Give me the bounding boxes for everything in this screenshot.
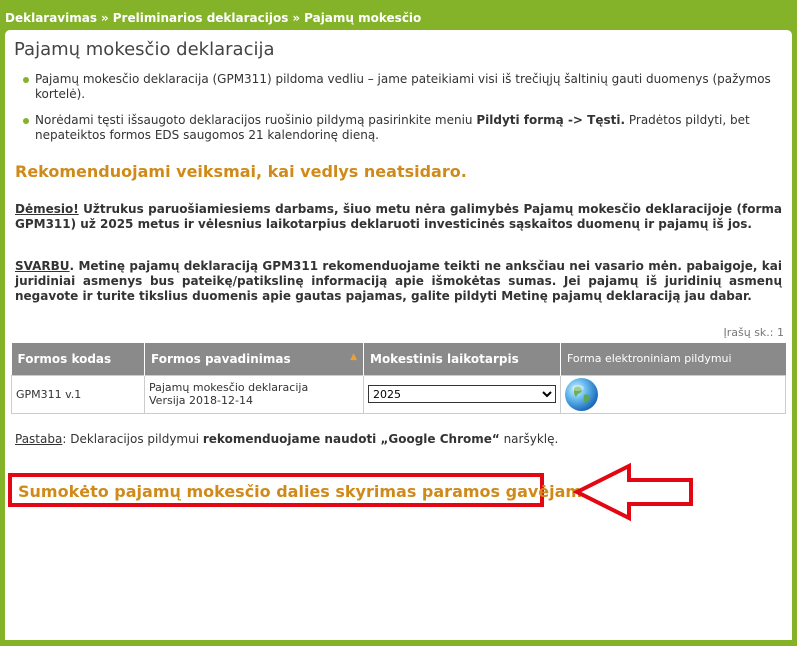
column-header-name-label: Formos pavadinimas xyxy=(151,351,291,366)
info-list: Pajamų mokesčio deklaracija (GPM311) pil… xyxy=(23,72,783,154)
browser-note: Pastaba: Deklaracijos pildymui rekomendu… xyxy=(15,432,558,446)
important-label: SVARBU xyxy=(15,259,70,273)
breadcrumb: Deklaravimas» Preliminarios deklaracijos»… xyxy=(0,7,797,29)
note-label: Pastaba xyxy=(15,432,63,446)
arrow-left-icon xyxy=(573,462,693,522)
menu-path: Pildyti formą -> Tęsti. xyxy=(476,113,626,127)
breadcrumb-separator: » xyxy=(292,11,301,25)
period-select[interactable]: 2025 xyxy=(368,385,556,403)
warning-label: Dėmesio! xyxy=(15,202,79,216)
records-count: Įrašų sk.: 1 xyxy=(723,326,784,339)
warning-paragraph: Dėmesio! Užtrukus paruošiamiesiems darba… xyxy=(15,202,782,232)
forms-table: Formos kodas Formos pavadinimas ▲ Mokest… xyxy=(11,343,786,414)
breadcrumb-item-pajamu-mokescio[interactable]: Pajamų mokesčio xyxy=(304,11,421,25)
cell-period: 2025 xyxy=(363,374,561,414)
important-text: . Metinę pajamų deklaraciją GPM311 rekom… xyxy=(15,259,782,303)
cell-form-name: Pajamų mokesčio deklaracija Versija 2018… xyxy=(144,374,364,414)
column-header-electronic-form: Forma elektroniniam pildymui xyxy=(560,343,786,375)
support-allocation-link[interactable]: Sumokėto pajamų mokesčio dalies skyrimas… xyxy=(18,482,598,501)
note-text-bold: rekomenduojame naudoti „Google Chrome“ xyxy=(202,432,500,446)
info-item: Norėdami tęsti išsaugoto deklaracijos ru… xyxy=(23,113,783,143)
recommendations-heading: Rekomenduojami veiksmai, kai vedlys neat… xyxy=(15,162,467,181)
column-header-code[interactable]: Formos kodas xyxy=(11,343,145,375)
column-header-period[interactable]: Mokestinis laikotarpis xyxy=(363,343,561,375)
page-title: Pajamų mokesčio deklaracija xyxy=(14,39,275,60)
breadcrumb-item-deklaravimas[interactable]: Deklaravimas xyxy=(5,11,97,25)
breadcrumb-separator: » xyxy=(101,11,109,25)
column-header-name[interactable]: Formos pavadinimas ▲ xyxy=(144,343,364,375)
table-row: GPM311 v.1 Pajamų mokesčio deklaracija V… xyxy=(11,374,786,414)
table-header-row: Formos kodas Formos pavadinimas ▲ Mokest… xyxy=(11,343,786,375)
breadcrumb-item-preliminarios[interactable]: Preliminarios deklaracijos xyxy=(113,11,289,25)
globe-icon[interactable] xyxy=(565,377,598,411)
info-text: Pajamų mokesčio deklaracija (GPM311) pil… xyxy=(35,72,771,101)
info-item: Pajamų mokesčio deklaracija (GPM311) pil… xyxy=(23,72,783,102)
form-name: Pajamų mokesčio deklaracija xyxy=(149,381,309,394)
sort-asc-icon: ▲ xyxy=(350,351,357,362)
cell-electronic-form xyxy=(560,374,786,414)
support-allocation-link-box[interactable]: Sumokėto pajamų mokesčio dalies skyrimas… xyxy=(8,473,598,507)
note-text-pre: : Deklaracijos pildymui xyxy=(62,432,203,446)
form-version: Versija 2018-12-14 xyxy=(149,394,253,407)
bullet-icon xyxy=(23,77,29,83)
important-paragraph: SVARBU. Metinę pajamų deklaraciją GPM311… xyxy=(15,259,782,304)
note-text-post: naršyklę. xyxy=(499,432,559,446)
bullet-icon xyxy=(23,118,29,124)
info-text-pre: Norėdami tęsti išsaugoto deklaracijos ru… xyxy=(35,113,477,127)
content-panel: Pajamų mokesčio deklaracija Pajamų mokes… xyxy=(5,30,792,640)
cell-form-code: GPM311 v.1 xyxy=(11,374,145,414)
warning-text: Užtrukus paruošiamiesiems darbams, šiuo … xyxy=(15,202,782,231)
